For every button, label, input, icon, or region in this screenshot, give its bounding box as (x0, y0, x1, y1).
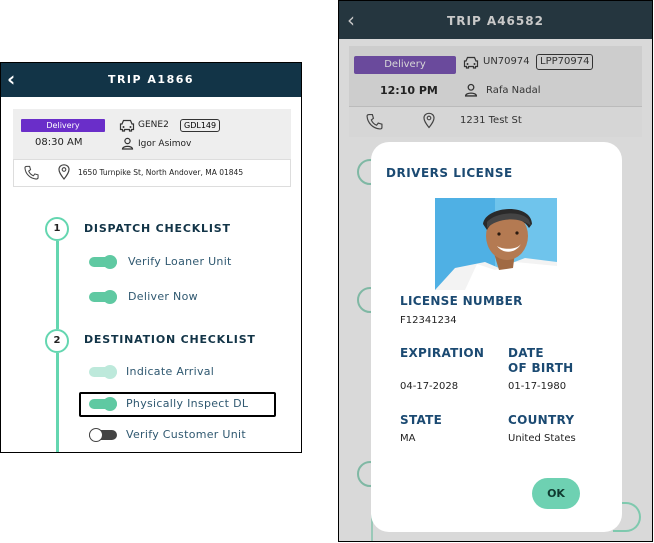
toggle-indicate-arrival[interactable] (89, 365, 117, 379)
unit-id: UN70974 (483, 56, 530, 67)
driver-name: Rafa Nadal (486, 85, 541, 96)
timeline-connector (56, 241, 59, 329)
trip-summary-card: Delivery 08:30 AM GENE2 GDL149 Igor Asim… (13, 109, 291, 159)
dialog-title: DRIVERS LICENSE (386, 166, 513, 180)
expiration-value: 04-17-2028 (400, 381, 459, 392)
phone-icon[interactable] (24, 165, 39, 180)
toggle-label: Physically Inspect DL (126, 397, 249, 410)
unit-id: GENE2 (138, 120, 169, 130)
license-photo (435, 198, 557, 290)
person-icon (464, 83, 478, 97)
trip-summary-card: Delivery 12:10 PM UN70974 LPP70974 Rafa … (349, 46, 642, 106)
trip-contact-row: 1650 Turnpike St, North Andover, MA 0184… (13, 159, 291, 187)
page-title: TRIP A1866 (107, 73, 195, 86)
trip-type-badge: Delivery (354, 56, 456, 74)
trip-type-badge: Delivery (21, 119, 105, 132)
page-title: TRIP A46582 (447, 14, 544, 28)
car-icon (463, 56, 479, 69)
step-number-1: 1 (45, 217, 69, 241)
state-value: MA (400, 433, 416, 444)
toggle-physically-inspect-dl[interactable] (89, 397, 117, 411)
trip-address[interactable]: 1231 Test St (460, 115, 522, 126)
state-label: STATE (400, 413, 443, 427)
ok-button[interactable]: OK (532, 478, 580, 509)
country-value: United States (508, 433, 576, 444)
step-number-2: 2 (45, 329, 69, 353)
dob-label-line2: OF BIRTH (508, 361, 574, 375)
trip-time: 12:10 PM (380, 84, 438, 97)
toggle-label: Indicate Arrival (126, 365, 215, 378)
expiration-label: EXPIRATION (400, 346, 485, 360)
trip-address[interactable]: 1650 Turnpike St, North Andover, MA 0184… (78, 168, 243, 177)
dob-label-line1: DATE (508, 346, 544, 360)
drivers-license-dialog: DRIVERS LICENSE LICENSE NUMBER F12341234… (371, 142, 622, 532)
toggle-verify-customer-unit[interactable] (89, 428, 117, 442)
trip-contact-row: 1231 Test St (349, 106, 642, 137)
header-bar: ‹ TRIP A46582 (339, 1, 652, 39)
toggle-verify-loaner-unit[interactable] (89, 255, 117, 269)
toggle-label: Verify Loaner Unit (128, 255, 232, 268)
plate-badge: LPP70974 (536, 54, 594, 70)
trip-detail-screen-left: ‹ TRIP A1866 Delivery 08:30 AM GENE2 GDL… (0, 62, 302, 453)
timeline-connector (56, 353, 59, 452)
plate-badge: GDL149 (180, 119, 221, 132)
license-number-label: LICENSE NUMBER (400, 294, 523, 308)
toggle-deliver-now[interactable] (89, 290, 117, 304)
toggle-label: Deliver Now (128, 290, 198, 303)
dispatch-checklist-title: DISPATCH CHECKLIST (84, 222, 231, 235)
license-number-value: F12341234 (400, 315, 457, 326)
header-bar: ‹ TRIP A1866 (1, 63, 301, 97)
country-label: COUNTRY (508, 413, 575, 427)
trip-time: 08:30 AM (35, 137, 83, 148)
phone-icon[interactable] (366, 113, 383, 130)
dob-value: 01-17-1980 (508, 381, 567, 392)
trip-detail-screen-right: ‹ TRIP A46582 Delivery 12:10 PM UN70974 … (338, 0, 653, 542)
car-icon (119, 119, 135, 132)
driver-name: Igor Asimov (138, 139, 192, 149)
person-icon (121, 137, 134, 150)
location-pin-icon[interactable] (423, 112, 435, 129)
toggle-label: Verify Customer Unit (126, 428, 247, 441)
location-pin-icon[interactable] (58, 164, 70, 180)
destination-checklist-title: DESTINATION CHECKLIST (84, 333, 256, 346)
